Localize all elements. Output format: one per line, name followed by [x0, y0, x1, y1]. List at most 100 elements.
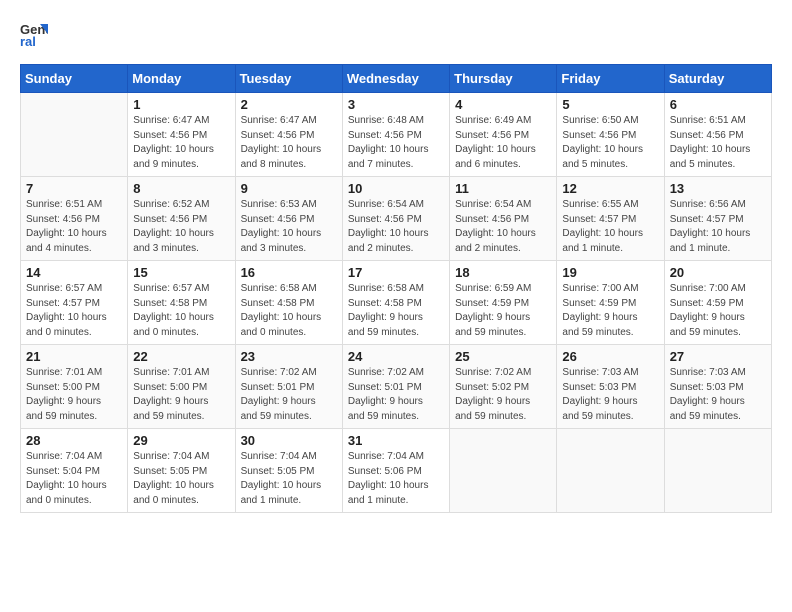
- calendar-cell: 2Sunrise: 6:47 AM Sunset: 4:56 PM Daylig…: [235, 93, 342, 177]
- day-header: Friday: [557, 65, 664, 93]
- day-info: Sunrise: 7:04 AM Sunset: 5:04 PM Dayligh…: [26, 450, 122, 508]
- day-info: Sunrise: 6:47 AM Sunset: 4:56 PM Dayligh…: [241, 114, 337, 172]
- calendar-cell: 25 Sunrise: 7:02 AM Sunset: 5:02 PM Dayli…: [450, 345, 557, 429]
- calendar-cell: 18 Sunrise: 6:59 AM Sunset: 4:59 PM Dayli…: [450, 261, 557, 345]
- calendar-week-row: 21Sunrise: 7:01 AM Sunset: 5:00 PM Dayli…: [21, 345, 772, 429]
- day-info: Sunrise: 7:03 AM Sunset: 5:03 PM Dayligh…: [562, 366, 658, 424]
- day-info: Sunrise: 6:57 AM Sunset: 4:57 PM Dayligh…: [26, 282, 122, 340]
- page-header: Gene ral: [20, 20, 772, 48]
- calendar-cell: 22 Sunrise: 7:01 AM Sunset: 5:00 PM Dayli…: [128, 345, 235, 429]
- day-info: Sunrise: 6:54 AM Sunset: 4:56 PM Dayligh…: [455, 198, 551, 256]
- day-number: 8: [133, 181, 229, 196]
- day-number: 3: [348, 97, 444, 112]
- logo-icon: Gene ral: [20, 20, 48, 48]
- calendar-cell: 31 Sunrise: 7:04 AM Sunset: 5:06 PM Dayli…: [342, 429, 449, 513]
- logo: Gene ral: [20, 20, 52, 48]
- day-info: Sunrise: 6:58 AM Sunset: 4:58 PM Dayligh…: [348, 282, 444, 340]
- day-header: Thursday: [450, 65, 557, 93]
- calendar-cell: 13Sunrise: 6:56 AM Sunset: 4:57 PM Dayli…: [664, 177, 771, 261]
- calendar-cell: 21Sunrise: 7:01 AM Sunset: 5:00 PM Dayli…: [21, 345, 128, 429]
- calendar-cell: [664, 429, 771, 513]
- day-info: Sunrise: 6:59 AM Sunset: 4:59 PM Dayligh…: [455, 282, 551, 340]
- calendar-cell: 16Sunrise: 6:58 AM Sunset: 4:58 PM Dayli…: [235, 261, 342, 345]
- day-info: Sunrise: 6:51 AM Sunset: 4:56 PM Dayligh…: [670, 114, 766, 172]
- calendar-cell: 10Sunrise: 6:54 AM Sunset: 4:56 PM Dayli…: [342, 177, 449, 261]
- day-info: Sunrise: 6:53 AM Sunset: 4:56 PM Dayligh…: [241, 198, 337, 256]
- day-info: Sunrise: 6:55 AM Sunset: 4:57 PM Dayligh…: [562, 198, 658, 256]
- day-info: Sunrise: 6:48 AM Sunset: 4:56 PM Dayligh…: [348, 114, 444, 172]
- day-header: Tuesday: [235, 65, 342, 93]
- day-info: Sunrise: 7:04 AM Sunset: 5:06 PM Dayligh…: [348, 450, 444, 508]
- calendar-cell: 9Sunrise: 6:53 AM Sunset: 4:56 PM Daylig…: [235, 177, 342, 261]
- day-info: Sunrise: 6:57 AM Sunset: 4:58 PM Dayligh…: [133, 282, 229, 340]
- calendar-cell: 14 Sunrise: 6:57 AM Sunset: 4:57 PM Dayli…: [21, 261, 128, 345]
- calendar-cell: 23Sunrise: 7:02 AM Sunset: 5:01 PM Dayli…: [235, 345, 342, 429]
- calendar-week-row: 14 Sunrise: 6:57 AM Sunset: 4:57 PM Dayli…: [21, 261, 772, 345]
- calendar-week-row: 7Sunrise: 6:51 AM Sunset: 4:56 PM Daylig…: [21, 177, 772, 261]
- calendar-cell: 27 Sunrise: 7:03 AM Sunset: 5:03 PM Dayli…: [664, 345, 771, 429]
- day-info: Sunrise: 7:02 AM Sunset: 5:01 PM Dayligh…: [348, 366, 444, 424]
- calendar-cell: 7Sunrise: 6:51 AM Sunset: 4:56 PM Daylig…: [21, 177, 128, 261]
- day-info: Sunrise: 6:58 AM Sunset: 4:58 PM Dayligh…: [241, 282, 337, 340]
- calendar-cell: 11 Sunrise: 6:54 AM Sunset: 4:56 PM Dayli…: [450, 177, 557, 261]
- calendar-cell: 30 Sunrise: 7:04 AM Sunset: 5:05 PM Dayli…: [235, 429, 342, 513]
- calendar-cell: 6 Sunrise: 6:51 AM Sunset: 4:56 PM Daylig…: [664, 93, 771, 177]
- svg-text:ral: ral: [20, 34, 36, 48]
- calendar-cell: 20 Sunrise: 7:00 AM Sunset: 4:59 PM Dayli…: [664, 261, 771, 345]
- day-info: Sunrise: 7:01 AM Sunset: 5:00 PM Dayligh…: [26, 366, 122, 424]
- day-number: 22: [133, 349, 229, 364]
- day-number: 27: [670, 349, 766, 364]
- day-number: 6: [670, 97, 766, 112]
- day-info: Sunrise: 7:00 AM Sunset: 4:59 PM Dayligh…: [670, 282, 766, 340]
- day-number: 28: [26, 433, 122, 448]
- day-number: 24: [348, 349, 444, 364]
- day-header: Sunday: [21, 65, 128, 93]
- calendar-cell: 29Sunrise: 7:04 AM Sunset: 5:05 PM Dayli…: [128, 429, 235, 513]
- day-info: Sunrise: 6:49 AM Sunset: 4:56 PM Dayligh…: [455, 114, 551, 172]
- day-info: Sunrise: 7:03 AM Sunset: 5:03 PM Dayligh…: [670, 366, 766, 424]
- calendar-cell: [557, 429, 664, 513]
- day-info: Sunrise: 6:56 AM Sunset: 4:57 PM Dayligh…: [670, 198, 766, 256]
- day-number: 29: [133, 433, 229, 448]
- calendar-cell: 26 Sunrise: 7:03 AM Sunset: 5:03 PM Dayli…: [557, 345, 664, 429]
- day-info: Sunrise: 7:00 AM Sunset: 4:59 PM Dayligh…: [562, 282, 658, 340]
- day-number: 11: [455, 181, 551, 196]
- day-info: Sunrise: 7:01 AM Sunset: 5:00 PM Dayligh…: [133, 366, 229, 424]
- day-number: 30: [241, 433, 337, 448]
- day-number: 14: [26, 265, 122, 280]
- day-number: 12: [562, 181, 658, 196]
- day-header: Saturday: [664, 65, 771, 93]
- day-number: 7: [26, 181, 122, 196]
- day-number: 10: [348, 181, 444, 196]
- day-info: Sunrise: 6:52 AM Sunset: 4:56 PM Dayligh…: [133, 198, 229, 256]
- calendar-cell: 15 Sunrise: 6:57 AM Sunset: 4:58 PM Dayli…: [128, 261, 235, 345]
- day-number: 4: [455, 97, 551, 112]
- calendar-cell: 17 Sunrise: 6:58 AM Sunset: 4:58 PM Dayli…: [342, 261, 449, 345]
- day-number: 18: [455, 265, 551, 280]
- day-number: 31: [348, 433, 444, 448]
- calendar-cell: 5 Sunrise: 6:50 AM Sunset: 4:56 PM Daylig…: [557, 93, 664, 177]
- day-number: 19: [562, 265, 658, 280]
- day-header: Wednesday: [342, 65, 449, 93]
- calendar-cell: 19 Sunrise: 7:00 AM Sunset: 4:59 PM Dayli…: [557, 261, 664, 345]
- day-number: 20: [670, 265, 766, 280]
- day-number: 26: [562, 349, 658, 364]
- day-number: 17: [348, 265, 444, 280]
- day-header: Monday: [128, 65, 235, 93]
- day-number: 1: [133, 97, 229, 112]
- calendar-cell: 4 Sunrise: 6:49 AM Sunset: 4:56 PM Daylig…: [450, 93, 557, 177]
- day-info: Sunrise: 7:04 AM Sunset: 5:05 PM Dayligh…: [241, 450, 337, 508]
- day-info: Sunrise: 7:02 AM Sunset: 5:01 PM Dayligh…: [241, 366, 337, 424]
- calendar-cell: 24 Sunrise: 7:02 AM Sunset: 5:01 PM Dayli…: [342, 345, 449, 429]
- day-number: 15: [133, 265, 229, 280]
- day-info: Sunrise: 6:50 AM Sunset: 4:56 PM Dayligh…: [562, 114, 658, 172]
- calendar-cell: 12 Sunrise: 6:55 AM Sunset: 4:57 PM Dayli…: [557, 177, 664, 261]
- calendar-cell: 28 Sunrise: 7:04 AM Sunset: 5:04 PM Dayli…: [21, 429, 128, 513]
- calendar-week-row: 1 Sunrise: 6:47 AM Sunset: 4:56 PM Daylig…: [21, 93, 772, 177]
- day-number: 25: [455, 349, 551, 364]
- calendar-cell: [450, 429, 557, 513]
- day-number: 5: [562, 97, 658, 112]
- calendar-week-row: 28 Sunrise: 7:04 AM Sunset: 5:04 PM Dayli…: [21, 429, 772, 513]
- calendar-table: SundayMondayTuesdayWednesdayThursdayFrid…: [20, 64, 772, 513]
- day-info: Sunrise: 7:02 AM Sunset: 5:02 PM Dayligh…: [455, 366, 551, 424]
